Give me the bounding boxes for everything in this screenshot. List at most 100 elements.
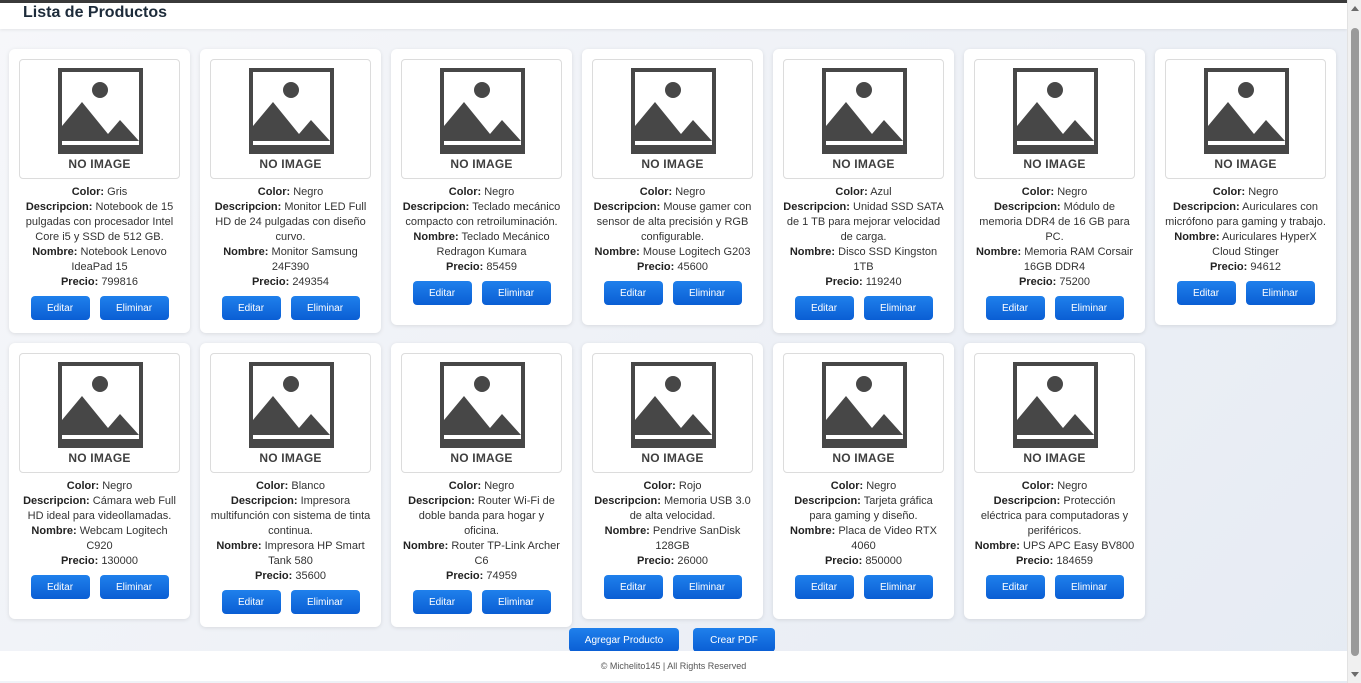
product-image-placeholder: NO IMAGE <box>19 353 180 473</box>
card-actions: Editar Eliminar <box>401 590 562 614</box>
edit-button[interactable]: Editar <box>985 296 1045 320</box>
card-actions: Editar Eliminar <box>210 296 371 320</box>
delete-button[interactable]: Eliminar <box>481 590 551 614</box>
price-value: 119240 <box>865 276 902 288</box>
product-color: Color: Negro <box>783 479 944 494</box>
color-value: Gris <box>107 186 128 198</box>
product-description: Descripcion: Notebook de 15 pulgadas con… <box>19 200 180 245</box>
color-label: Color: <box>639 186 673 198</box>
create-pdf-button[interactable]: Crear PDF <box>693 628 775 652</box>
edit-button[interactable]: Editar <box>603 281 663 305</box>
edit-button[interactable]: Editar <box>221 590 281 614</box>
scroll-up-arrow-icon[interactable] <box>1351 6 1359 11</box>
image-placeholder-icon <box>822 68 907 154</box>
name-value: Monitor Samsung 24F390 <box>271 246 358 273</box>
name-value: Placa de Video RTX 4060 <box>838 525 937 552</box>
page-actions: Agregar Producto Crear PDF <box>569 628 775 652</box>
description-label: Descripcion: <box>408 495 475 507</box>
price-value: 850000 <box>865 555 903 567</box>
no-image-label: NO IMAGE <box>1023 451 1086 465</box>
card-actions: Editar Eliminar <box>401 281 562 305</box>
delete-button[interactable]: Eliminar <box>99 296 169 320</box>
color-value: Negro <box>1248 186 1279 198</box>
delete-button[interactable]: Eliminar <box>863 575 933 599</box>
edit-button[interactable]: Editar <box>985 575 1045 599</box>
edit-button[interactable]: Editar <box>1176 281 1236 305</box>
image-placeholder-icon <box>249 68 334 154</box>
price-label: Precio: <box>1019 276 1057 288</box>
price-value: 74959 <box>486 570 517 582</box>
edit-button[interactable]: Editar <box>221 296 281 320</box>
delete-button[interactable]: Eliminar <box>863 296 933 320</box>
color-label: Color: <box>643 480 676 492</box>
image-placeholder-icon <box>58 68 143 154</box>
delete-button[interactable]: Eliminar <box>290 296 360 320</box>
edit-button[interactable]: Editar <box>794 296 854 320</box>
vertical-scrollbar[interactable] <box>1347 0 1361 683</box>
price-value: 249354 <box>292 276 330 288</box>
delete-button[interactable]: Eliminar <box>672 575 742 599</box>
product-description: Descripcion: Tarjeta gráfica para gaming… <box>783 494 944 524</box>
product-price: Precio: 74959 <box>401 569 562 584</box>
name-value: UPS APC Easy BV800 <box>1023 540 1135 552</box>
color-label: Color: <box>835 186 868 198</box>
name-value: Mouse Logitech G203 <box>642 246 751 258</box>
color-label: Color: <box>1021 186 1055 198</box>
product-card: NO IMAGE Color: Negro Descripcion: Route… <box>391 343 572 627</box>
product-card: NO IMAGE Color: Negro Descripcion: Mouse… <box>582 49 763 325</box>
description-label: Descripcion: <box>794 495 861 507</box>
scroll-down-arrow-icon[interactable] <box>1351 672 1359 677</box>
product-price: Precio: 249354 <box>210 275 371 290</box>
product-grid: NO IMAGE Color: Gris Descripcion: Notebo… <box>9 49 1336 627</box>
price-label: Precio: <box>824 555 863 567</box>
product-name: Nombre: Memoria RAM Corsair 16GB DDR4 <box>974 245 1135 275</box>
edit-button[interactable]: Editar <box>412 281 472 305</box>
image-placeholder-icon <box>440 68 525 154</box>
delete-button[interactable]: Eliminar <box>290 590 360 614</box>
description-label: Descripcion: <box>402 201 470 213</box>
product-price: Precio: 35600 <box>210 569 371 584</box>
color-value: Rojo <box>678 480 702 492</box>
edit-button[interactable]: Editar <box>794 575 854 599</box>
delete-button[interactable]: Eliminar <box>99 575 169 599</box>
product-description: Descripcion: Teclado mecánico compacto c… <box>401 200 562 230</box>
edit-button[interactable]: Editar <box>603 575 663 599</box>
name-value: Router TP-Link Archer C6 <box>451 540 560 567</box>
delete-button[interactable]: Eliminar <box>1245 281 1315 305</box>
product-price: Precio: 26000 <box>592 554 753 569</box>
edit-button[interactable]: Editar <box>30 296 90 320</box>
delete-button[interactable]: Eliminar <box>1054 575 1124 599</box>
description-label: Descripcion: <box>23 495 90 507</box>
price-label: Precio: <box>637 261 675 273</box>
no-image-label: NO IMAGE <box>832 451 895 465</box>
edit-button[interactable]: Editar <box>412 590 472 614</box>
no-image-label: NO IMAGE <box>1214 157 1277 171</box>
product-card: NO IMAGE Color: Negro Descripcion: Módul… <box>964 49 1145 333</box>
add-product-button[interactable]: Agregar Producto <box>569 628 679 652</box>
image-placeholder-icon <box>58 362 143 448</box>
delete-button[interactable]: Eliminar <box>672 281 742 305</box>
product-description: Descripcion: Mouse gamer con sensor de a… <box>592 200 753 245</box>
color-value: Negro <box>484 480 515 492</box>
image-placeholder-icon <box>1013 68 1098 154</box>
product-image-placeholder: NO IMAGE <box>974 59 1135 179</box>
edit-button[interactable]: Editar <box>30 575 90 599</box>
price-value: 94612 <box>1250 261 1281 273</box>
product-description: Descripcion: Monitor LED Full HD de 24 p… <box>210 200 371 245</box>
card-actions: Editar Eliminar <box>974 296 1135 320</box>
color-label: Color: <box>1021 480 1055 492</box>
name-label: Nombre: <box>789 246 836 258</box>
name-label: Nombre: <box>974 540 1020 552</box>
name-label: Nombre: <box>223 246 269 258</box>
scroll-thumb[interactable] <box>1351 28 1359 656</box>
product-name: Nombre: Placa de Video RTX 4060 <box>783 524 944 554</box>
delete-button[interactable]: Eliminar <box>1054 296 1124 320</box>
color-label: Color: <box>1212 186 1246 198</box>
image-placeholder-icon <box>440 362 525 448</box>
delete-button[interactable]: Eliminar <box>481 281 551 305</box>
description-label: Descripcion: <box>594 495 661 507</box>
price-label: Precio: <box>446 570 484 582</box>
no-image-label: NO IMAGE <box>1023 157 1086 171</box>
description-label: Descripcion: <box>993 495 1061 507</box>
product-card: NO IMAGE Color: Azul Descripcion: Unidad… <box>773 49 954 333</box>
